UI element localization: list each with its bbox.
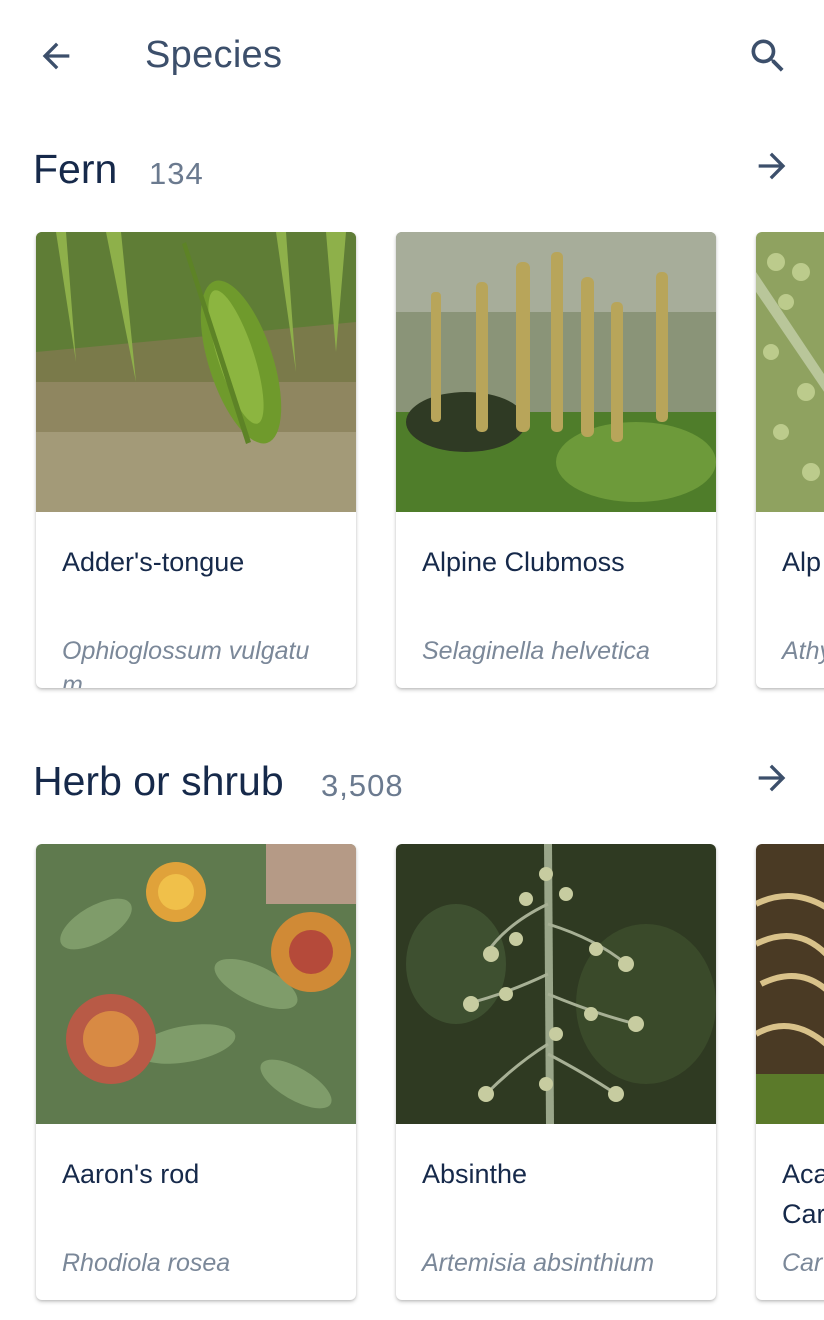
species-scientific-name: Ophioglossum vulgatum	[62, 637, 310, 688]
section-more-button[interactable]	[742, 136, 802, 196]
card-carousel[interactable]: Aaron's rod Rhodiola rosea Absinthe Arte…	[0, 844, 824, 1314]
species-card[interactable]: Adder's-tongue Ophioglossum vulgatum	[36, 232, 356, 688]
section-more-button[interactable]	[742, 748, 802, 808]
species-common-name: Adder's-tongue	[62, 547, 245, 577]
species-common-name: Aca Car	[782, 1159, 824, 1229]
species-card[interactable]: Aca Car Car	[756, 844, 824, 1300]
species-photo	[396, 844, 716, 1124]
species-common-name: Alpine Clubmoss	[422, 547, 625, 577]
species-photo	[36, 232, 356, 512]
species-common-name: Alp	[782, 547, 822, 577]
species-scientific-name: Selaginella helvetica	[422, 637, 650, 665]
section-header: Fern 134	[0, 146, 824, 216]
species-photo	[756, 232, 824, 512]
arrow-forward-icon	[758, 764, 786, 792]
search-icon	[751, 39, 784, 72]
species-photo	[756, 844, 824, 1124]
section-count: 3,508	[321, 768, 404, 803]
species-scientific-name: Car	[782, 1249, 823, 1277]
arrow-forward-icon	[758, 152, 786, 180]
section-header: Herb or shrub 3,508	[0, 758, 824, 828]
species-scientific-name: Athy m	[782, 637, 824, 665]
species-photo	[396, 232, 716, 512]
section-count: 134	[149, 156, 204, 191]
species-photo	[36, 844, 356, 1124]
page-title: Species	[145, 34, 283, 76]
species-card[interactable]: Alpine Clubmoss Selaginella helvetica	[396, 232, 716, 688]
species-card[interactable]: Absinthe Artemisia absinthium	[396, 844, 716, 1300]
section-title: Fern	[33, 146, 118, 192]
species-common-name: Aaron's rod	[62, 1159, 200, 1189]
card-carousel[interactable]: Adder's-tongue Ophioglossum vulgatum Alp…	[0, 232, 824, 702]
species-scientific-name: Artemisia absinthium	[422, 1249, 655, 1277]
section-title: Herb or shrub	[33, 758, 284, 804]
species-common-name: Absinthe	[422, 1159, 528, 1189]
species-card[interactable]: Aaron's rod Rhodiola rosea	[36, 844, 356, 1300]
app-bar: Species	[0, 0, 824, 112]
search-button[interactable]	[738, 26, 798, 86]
species-scientific-name: Rhodiola rosea	[62, 1249, 231, 1277]
arrow-back-icon	[42, 42, 70, 70]
back-button[interactable]	[26, 26, 86, 86]
species-card[interactable]: Alp Athy m	[756, 232, 824, 688]
